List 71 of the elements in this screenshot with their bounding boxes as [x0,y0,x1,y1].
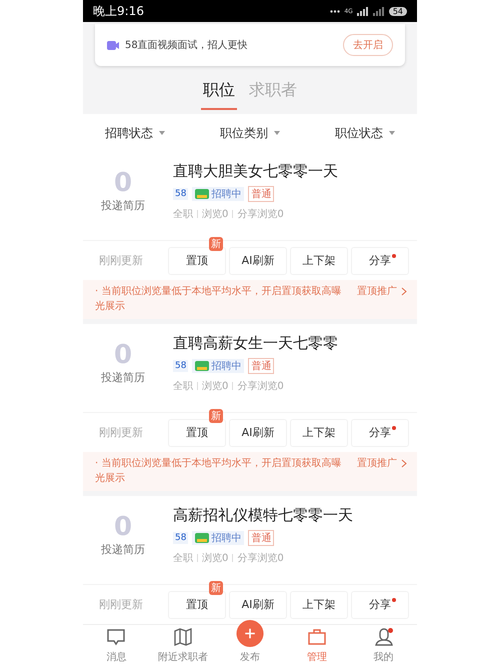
action-button[interactable]: 分享 [351,590,409,618]
filter-dropdown[interactable]: 招聘状态 [105,124,165,142]
map-icon [173,627,194,647]
job-meta: 全职 [173,552,193,565]
status-tag: 招聘中 [192,187,244,201]
new-badge: 新 [209,580,223,594]
caret-icon [159,131,165,135]
job-meta: 浏览0 [202,552,228,565]
status-tag: 招聘中 [192,531,244,545]
action-button[interactable]: 分享 [351,418,409,446]
tip-text: · 当前职位浏览量低于本地平均水平，开启置顶获取高曝光展示 [95,456,342,486]
brand-tag: 58 [173,532,188,544]
nav-tab[interactable]: 发布 [216,620,284,666]
job-title: 直聘高薪女生一天七零零 [173,334,339,353]
status-tag: 招聘中 [192,359,244,373]
action-button[interactable]: 上下架 [290,246,348,274]
type-tag: 普通 [248,530,274,546]
nav-tab[interactable]: 附近求职者 [150,625,217,666]
update-time: 刚刚更新 [99,425,144,440]
chevron-icon [401,287,407,296]
logo [195,189,210,199]
action-button[interactable]: 上下架 [290,418,348,446]
action-button[interactable]: AI刷新 [229,590,287,618]
banner-text: 58直面视频面试，招人更快 [125,38,249,52]
brand-tag: 58 [173,188,188,200]
nav-tab[interactable]: 消息 [83,625,150,666]
logo [195,533,210,543]
job-meta: 浏览0 [202,380,228,393]
tip-text: · 当前职位浏览量低于本地平均水平，开启置顶获取高曝光展示 [95,284,342,314]
resume-count-label: 投递简历 [101,198,145,213]
notification-dot [392,426,396,430]
job-meta: 分享浏览0 [237,552,284,565]
notification-dot [392,598,396,602]
resume-count-label: 投递简历 [101,370,145,385]
message-icon [106,627,126,647]
filter-dropdown[interactable]: 职位类别 [220,124,280,142]
video-icon [107,40,119,50]
type-tag: 普通 [248,186,274,202]
notification-dot [392,254,396,258]
job-meta: 全职 [173,380,193,393]
job-meta: 分享浏览0 [237,380,284,393]
job-title: 直聘大胆美女七零零一天 [173,162,339,181]
update-time: 刚刚更新 [99,253,144,268]
caret-icon [389,131,395,135]
type-tag: 普通 [248,358,274,374]
more-icon [330,10,340,12]
job-title: 高薪招礼仪模特七零零一天 [173,506,354,525]
action-button[interactable]: AI刷新 [229,418,287,446]
new-badge: 新 [209,236,223,250]
job-meta: 浏览0 [202,208,228,221]
brand-tag: 58 [173,360,188,372]
battery-level: 54 [388,6,407,16]
nav-tab[interactable]: 我的 [350,625,417,666]
action-button[interactable]: AI刷新 [229,246,287,274]
signal-icon [372,6,385,16]
action-button[interactable]: 分享 [351,246,409,274]
filter-dropdown[interactable]: 职位状态 [335,124,395,142]
briefcase-icon [306,627,327,647]
signal-icon [356,6,369,16]
tab[interactable]: 职位 [201,78,237,110]
status-time: 晚上9:16 [93,2,144,20]
resume-count-label: 投递简历 [101,542,145,557]
caret-icon [274,131,280,135]
action-button[interactable]: 上下架 [290,590,348,618]
chevron-icon [401,459,407,468]
user-icon [374,627,394,647]
job-meta: 全职 [173,208,193,221]
update-time: 刚刚更新 [99,597,144,612]
new-badge: 新 [209,408,223,422]
logo [195,361,210,371]
job-meta: 分享浏览0 [237,208,284,221]
